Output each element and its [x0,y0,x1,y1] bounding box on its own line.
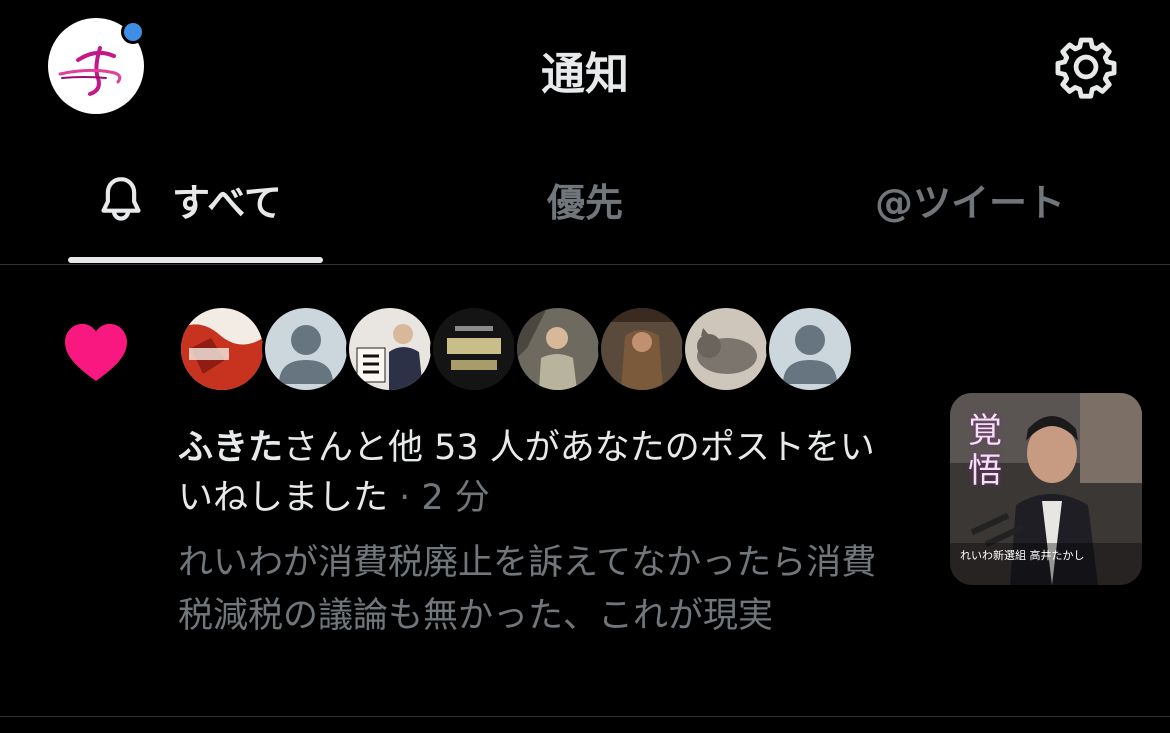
tab-mentions[interactable]: @ツイート [875,174,1066,225]
tab-selected-indicator [68,257,323,263]
post-text: れいわが消費税廃止を訴えてなかったら消費税減税の議論も無かった、これが現実 [178,543,877,636]
avatar[interactable] [430,305,518,393]
page-title: 通知 [541,49,629,100]
avatar[interactable] [178,305,266,393]
tab-priority-label[interactable]: 優先 [547,172,623,227]
notification-message-text: さんと他 53 人があなたのポストをいいねしました [178,428,875,518]
liker-name[interactable]: ふきた [178,428,283,468]
avatar[interactable] [598,305,686,393]
heart-icon [65,323,127,382]
timestamp: 2 分 [421,478,490,518]
avatar[interactable] [682,305,770,393]
post-thumbnail[interactable]: 覚悟 れいわ新選組 高井たかし [950,393,1142,585]
gear-icon[interactable] [1052,33,1120,101]
time-separator: · [388,478,422,518]
avatar[interactable] [262,305,350,393]
avatar[interactable] [514,305,602,393]
tab-mentions-label: @ツイート [875,180,1066,225]
header: 通知 [0,0,1170,135]
divider [0,716,1170,717]
avatar[interactable] [346,305,434,393]
thumbnail-caption-kanji: 覚悟 [968,411,1002,491]
tab-all-label: すべて [172,180,282,225]
tab-all[interactable]: すべて [96,174,282,225]
avatar[interactable] [766,305,854,393]
thumbnail-caption: れいわ新選組 高井たかし [960,549,1085,562]
notification-message: ふきたさんと他 53 人があなたのポストをいいねしました · 2 分 [178,423,898,523]
bell-icon [101,177,141,221]
notification-item[interactable]: ふきたさんと他 53 人があなたのポストをいいねしました · 2 分 れいわが消… [0,265,1170,717]
tab-bar: すべて 優先 @ツイート [0,150,1170,265]
